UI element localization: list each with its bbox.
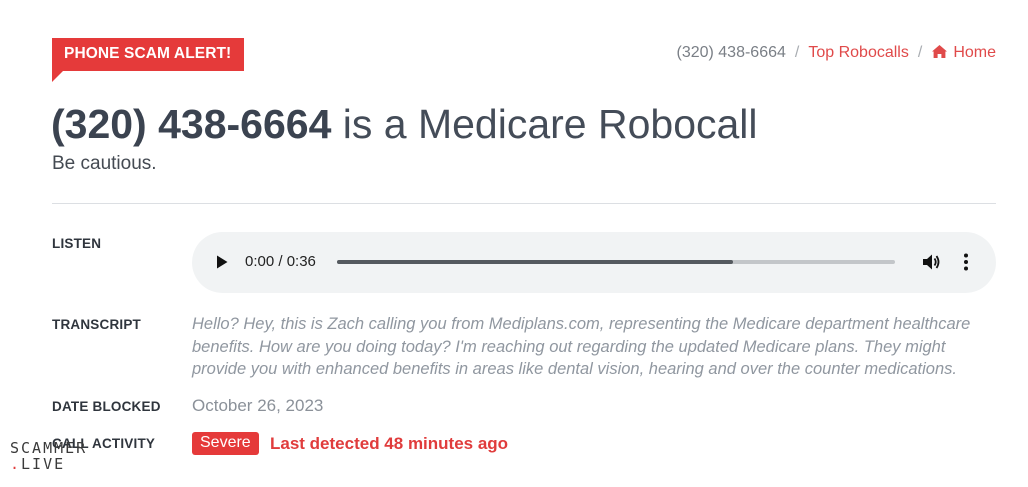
breadcrumb-home-link[interactable]: Home xyxy=(931,44,996,61)
audio-player[interactable]: 0:00 / 0:36 xyxy=(192,232,996,293)
transcript-text: Hello? Hey, this is Zach calling you fro… xyxy=(192,315,971,378)
divider xyxy=(52,203,996,204)
page-title: (320) 438-6664 is a Medicare Robocall xyxy=(51,98,758,150)
page-subtitle: Be cautious. xyxy=(52,153,157,174)
transcript-label: TRANSCRIPT xyxy=(52,317,141,332)
page-title-text: is a Medicare Robocall xyxy=(331,101,758,147)
volume-icon[interactable] xyxy=(921,252,941,272)
page-title-phone: (320) 438-6664 xyxy=(51,101,332,147)
scammer-live-watermark: SCAMMER .LIVE xyxy=(10,440,87,472)
audio-time: 0:00 / 0:36 xyxy=(245,253,316,270)
breadcrumb-current: (320) 438-6664 xyxy=(676,44,786,61)
severity-badge: Severe xyxy=(192,432,259,455)
phone-scam-alert-badge: PHONE SCAM ALERT! xyxy=(52,38,245,82)
listen-label: LISTEN xyxy=(52,236,102,251)
watermark-line2: LIVE xyxy=(21,455,66,473)
breadcrumb: (320) 438-6664 / Top Robocalls / Home xyxy=(676,44,996,62)
breadcrumb-separator: / xyxy=(917,44,923,61)
audio-progress-fill xyxy=(337,260,734,264)
play-icon[interactable] xyxy=(216,255,228,269)
more-vertical-icon[interactable] xyxy=(963,252,969,272)
home-icon xyxy=(932,45,948,58)
last-detected-text: Last detected 48 minutes ago xyxy=(270,434,509,453)
breadcrumb-home-label: Home xyxy=(953,44,996,61)
audio-progress-bar[interactable] xyxy=(337,260,895,264)
breadcrumb-separator: / xyxy=(794,44,800,61)
date-blocked-label: DATE BLOCKED xyxy=(52,399,161,414)
breadcrumb-top-robocalls-link[interactable]: Top Robocalls xyxy=(808,44,909,61)
watermark-dot: . xyxy=(10,455,22,473)
date-blocked-value: October 26, 2023 xyxy=(192,396,324,415)
